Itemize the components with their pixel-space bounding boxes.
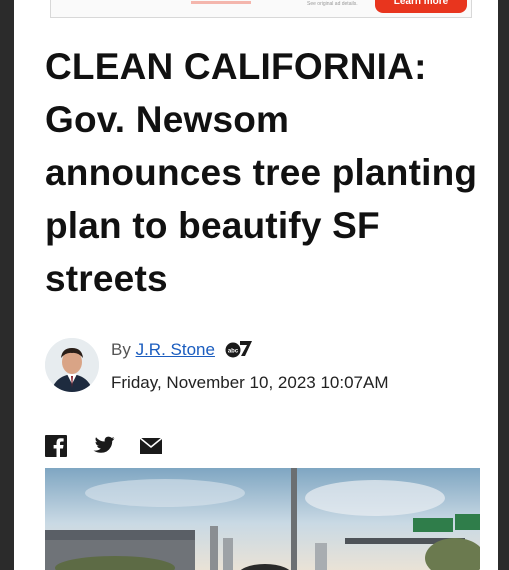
- facebook-icon[interactable]: [45, 434, 67, 462]
- avatar-image: [45, 338, 99, 392]
- twitter-icon[interactable]: [91, 436, 115, 461]
- author-avatar[interactable]: [45, 338, 99, 392]
- share-bar: [45, 434, 163, 462]
- ad-learn-more-button[interactable]: Learn more: [375, 0, 467, 13]
- email-icon[interactable]: [139, 436, 163, 460]
- byline-prefix: By: [111, 339, 131, 359]
- ad-graphic: [191, 1, 251, 4]
- article-photo: [45, 468, 480, 570]
- publish-date: Friday, November 10, 2023 10:07AM: [111, 373, 389, 392]
- svg-text:abc: abc: [228, 349, 239, 355]
- author-link[interactable]: J.R. Stone: [136, 340, 215, 359]
- photo-image: [45, 468, 480, 570]
- byline: By J.R. Stone abc: [111, 338, 254, 363]
- ad-fine-print: See original ad details.: [307, 1, 358, 7]
- article-headline: CLEAN CALIFORNIA: Gov. Newsom announces …: [45, 46, 478, 299]
- article-card: See original ad details. Learn more CLEA…: [14, 0, 498, 570]
- ad-banner[interactable]: See original ad details. Learn more: [50, 0, 472, 18]
- abc7-logo-icon: abc: [224, 338, 254, 363]
